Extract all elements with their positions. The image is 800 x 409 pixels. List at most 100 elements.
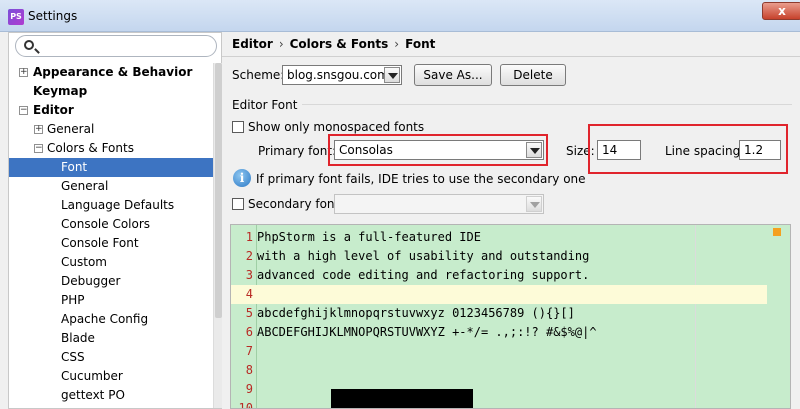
tree-item-label: Keymap [33, 84, 88, 98]
code-line: 10 [231, 399, 790, 409]
tree-item-label: Custom [61, 255, 107, 269]
line-number: 7 [245, 344, 253, 358]
tree-item-label: Colors & Fonts [47, 141, 134, 155]
editor-font-section-title: Editor Font [232, 98, 298, 112]
primary-font-label: Primary font: [258, 144, 337, 158]
tree-item-label: Font [61, 160, 88, 174]
tree-item-apache-config[interactable]: Apache Config [9, 310, 213, 329]
code-text: ABCDEFGHIJKLMNOPQRSTUVWXYZ +-*/= .,;:!? … [257, 325, 597, 339]
tree-item-label: Editor [33, 103, 74, 117]
secondary-font-label: Secondary font: [248, 197, 344, 211]
tree-item-console-colors[interactable]: Console Colors [9, 215, 213, 234]
line-number: 6 [245, 325, 253, 339]
tree-item-gettext-po[interactable]: gettext PO [9, 386, 213, 405]
tree-item-language-defaults[interactable]: Language Defaults [9, 196, 213, 215]
settings-tree-panel: + Appearance & Behavior Keymap − Editor … [8, 32, 222, 409]
tree-item-font[interactable]: Font [9, 158, 213, 177]
breadcrumb-separator: › [394, 37, 400, 51]
tree-item-label: Debugger [61, 274, 121, 288]
scheme-select[interactable]: blog.snsgou.com [282, 65, 402, 85]
collapse-icon[interactable]: − [34, 144, 43, 153]
scrollbar-thumb[interactable] [215, 63, 222, 318]
expand-icon[interactable]: + [34, 125, 43, 134]
tree-item-label: General [61, 179, 109, 193]
line-number: 10 [238, 401, 253, 409]
tree-item-label: Appearance & Behavior [33, 65, 193, 79]
collapse-icon[interactable]: − [19, 106, 28, 115]
tree-item-php[interactable]: PHP [9, 291, 213, 310]
title-bar: PS Settings x [0, 0, 800, 32]
caret-row: 4 [231, 285, 767, 304]
code-line: 9 [231, 380, 790, 399]
chevron-down-icon[interactable] [526, 196, 542, 212]
tree-item-appearance[interactable]: + Appearance & Behavior [9, 63, 213, 82]
line-number: 8 [245, 363, 253, 377]
code-line: 2 with a high level of usability and outs… [231, 247, 790, 266]
highlight-box [588, 124, 788, 174]
tree-item-custom[interactable]: Custom [9, 253, 213, 272]
tree-item-console-font[interactable]: Console Font [9, 234, 213, 253]
monospaced-checkbox[interactable] [232, 121, 244, 133]
code-line: 1 PhpStorm is a full-featured IDE [231, 228, 790, 247]
phpstorm-icon: PS [8, 9, 24, 25]
settings-tree: + Appearance & Behavior Keymap − Editor … [9, 63, 213, 405]
delete-button[interactable]: Delete [500, 64, 566, 86]
redaction-box [331, 389, 473, 408]
tree-item-label: CSS [61, 350, 85, 364]
tree-item-colors-fonts[interactable]: − Colors & Fonts [9, 139, 213, 158]
code-text: with a high level of usability and outst… [257, 249, 590, 263]
line-number: 4 [245, 287, 253, 301]
line-number: 9 [245, 382, 253, 396]
line-number: 5 [245, 306, 253, 320]
highlight-box [328, 134, 548, 166]
tree-item-css[interactable]: CSS [9, 348, 213, 367]
tree-item-blade[interactable]: Blade [9, 329, 213, 348]
tree-item-general-colors[interactable]: General [9, 177, 213, 196]
window-title: Settings [28, 9, 78, 23]
code-text: advanced code editing and refactoring su… [257, 268, 590, 282]
code-line: 3 advanced code editing and refactoring s… [231, 266, 790, 285]
scheme-value: blog.snsgou.com [287, 68, 389, 82]
tree-item-keymap[interactable]: Keymap [9, 82, 213, 101]
tree-item-general[interactable]: + General [9, 120, 213, 139]
chevron-down-icon[interactable] [384, 67, 400, 83]
tree-item-editor[interactable]: − Editor [9, 101, 213, 120]
code-line: 7 [231, 342, 790, 361]
save-as-button[interactable]: Save As... [414, 64, 492, 86]
breadcrumb-editor: Editor [232, 37, 273, 51]
tree-item-label: Blade [61, 331, 95, 345]
search-icon [24, 40, 34, 50]
tree-item-debugger[interactable]: Debugger [9, 272, 213, 291]
code-line: 8 [231, 361, 790, 380]
line-number: 2 [245, 249, 253, 263]
tree-item-label: Apache Config [61, 312, 149, 326]
tree-item-label: Console Colors [61, 217, 151, 231]
tree-item-cucumber[interactable]: Cucumber [9, 367, 213, 386]
tree-item-label: gettext PO [61, 388, 125, 402]
tree-item-label: Cucumber [61, 369, 123, 383]
expand-icon[interactable]: + [19, 68, 28, 77]
breadcrumb-colors-fonts: Colors & Fonts [289, 37, 389, 51]
font-preview-editor[interactable]: 1 PhpStorm is a full-featured IDE 2 with a… [230, 224, 791, 409]
code-line: 5 abcdefghijklmnopqrstuvwxyz 0123456789 (… [231, 304, 790, 323]
secondary-font-select[interactable] [334, 194, 544, 214]
secondary-font-checkbox[interactable] [232, 198, 244, 210]
close-button[interactable]: x [762, 2, 800, 20]
monospaced-label: Show only monospaced fonts [248, 120, 425, 134]
search-input[interactable] [15, 35, 217, 57]
tree-item-label: Console Font [61, 236, 139, 250]
divider [222, 56, 800, 57]
fallback-info-text: If primary font fails, IDE tries to use … [256, 172, 586, 186]
divider [302, 104, 792, 105]
tree-item-label: General [47, 122, 95, 136]
scheme-label: Scheme: [232, 68, 285, 82]
code-text: PhpStorm is a full-featured IDE [257, 230, 481, 244]
tree-scrollbar[interactable] [213, 63, 222, 408]
line-number: 1 [245, 230, 253, 244]
breadcrumb-separator: › [278, 37, 284, 51]
font-settings-panel: Editor › Colors & Fonts › Font Scheme: blog.… [222, 32, 800, 409]
settings-window: + Appearance & Behavior Keymap − Editor … [0, 32, 800, 409]
code-line: 6 ABCDEFGHIJKLMNOPQRSTUVWXYZ +-*/= .,;:!?… [231, 323, 790, 342]
breadcrumb-font: Font [405, 37, 436, 51]
tree-item-label: Language Defaults [61, 198, 175, 212]
